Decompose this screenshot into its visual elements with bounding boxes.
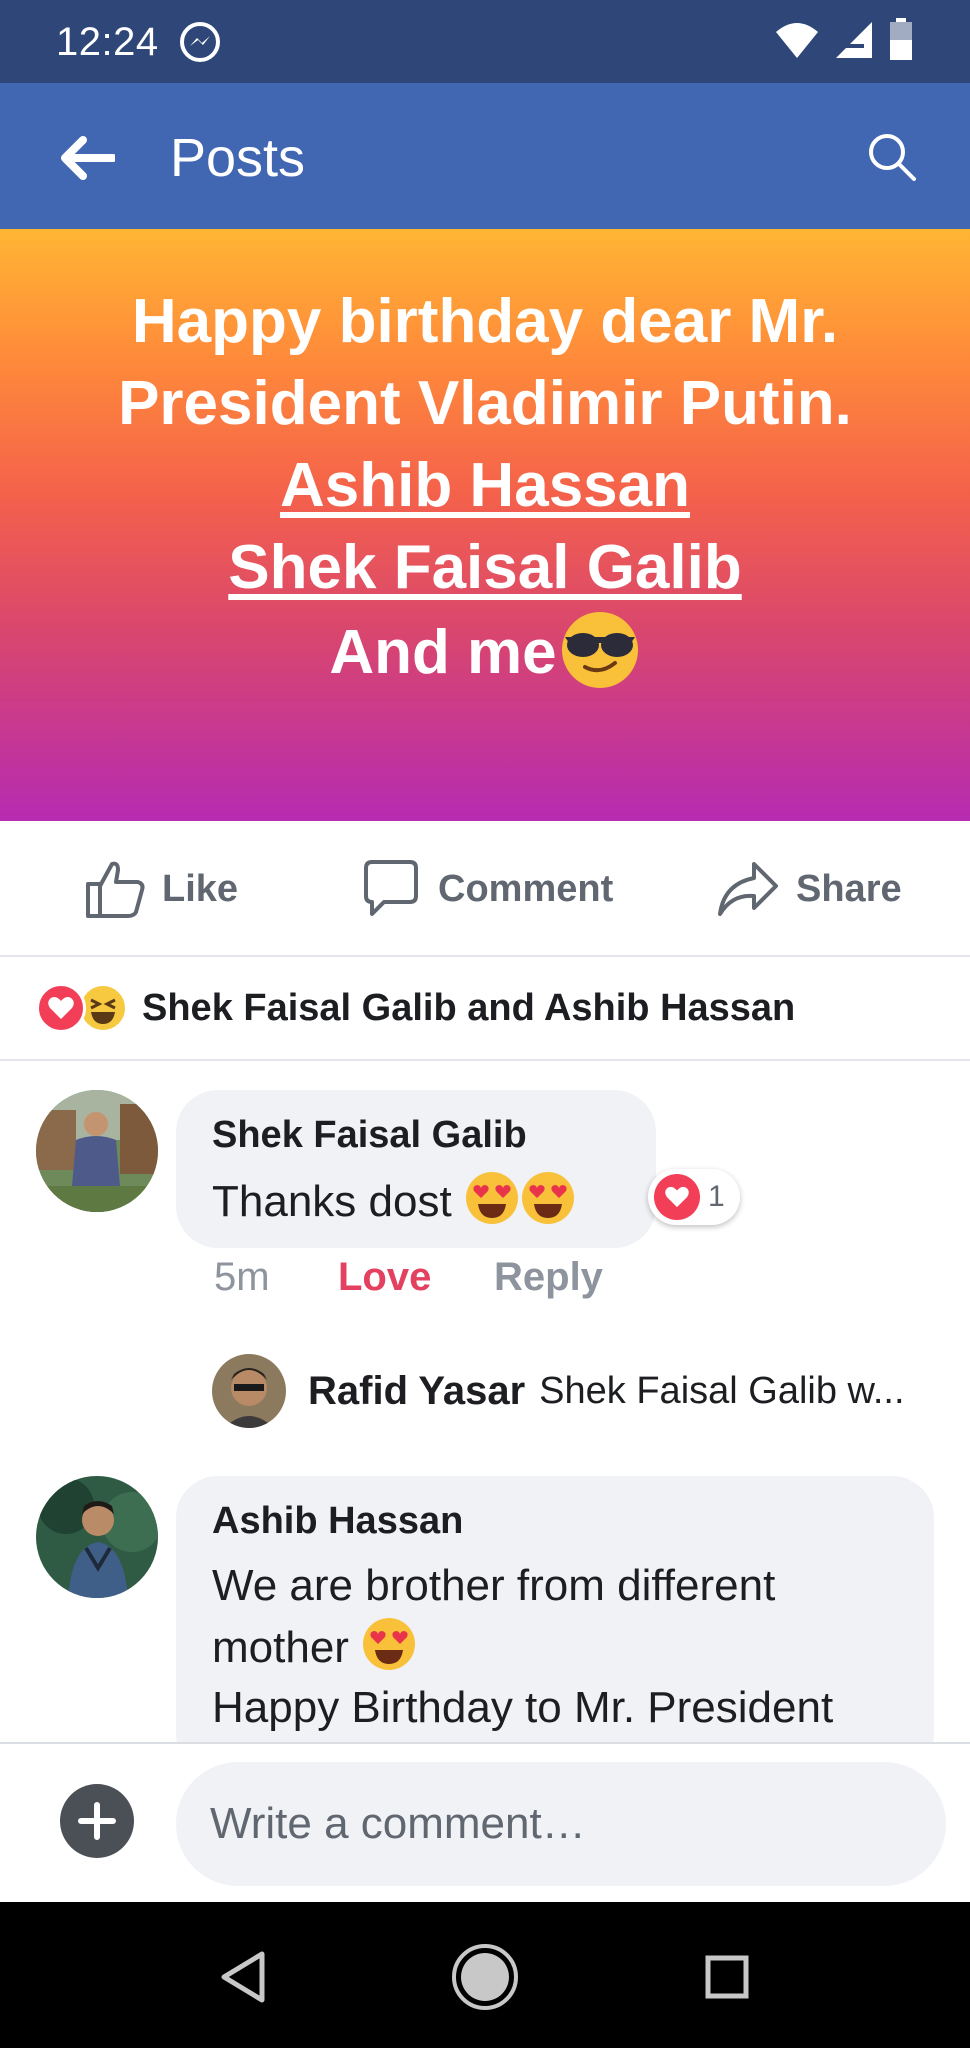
thumbs-up-icon	[86, 861, 145, 918]
comment-text: Thanks dost	[212, 1170, 576, 1232]
add-attachment-button[interactable]	[60, 1784, 134, 1858]
app-bar: Posts	[0, 83, 970, 229]
post-line-last: And me	[40, 609, 930, 694]
reply-button[interactable]: Reply	[494, 1255, 603, 1300]
post-background-text: Happy birthday dear Mr. President Vladim…	[0, 229, 970, 821]
search-icon	[869, 134, 916, 181]
love-reaction-icon	[654, 1174, 700, 1220]
sunglasses-emoji-icon	[561, 612, 638, 688]
reaction-icons	[36, 983, 128, 1033]
comment-text-content: Thanks dost	[212, 1177, 452, 1226]
status-bar: 12:24	[0, 0, 970, 83]
comment-line: mother	[212, 1623, 349, 1672]
like-label: Like	[162, 867, 239, 910]
comment-bubble[interactable]: Ashib Hassan We are brother from differe…	[176, 1476, 934, 1776]
heart-eyes-emoji-icon	[521, 1172, 574, 1224]
share-label: Share	[796, 867, 902, 910]
avatar[interactable]	[36, 1476, 158, 1598]
home-circle-icon	[452, 1944, 518, 2010]
commenter-name[interactable]: Shek Faisal Galib	[212, 1114, 527, 1157]
comment-bubble[interactable]: Shek Faisal Galib Thanks dost	[176, 1090, 656, 1248]
comment-line-with-emoji: mother	[212, 1616, 912, 1678]
comment-line: We are brother from different	[212, 1561, 776, 1610]
page-title: Posts	[170, 128, 306, 188]
post-actions: Like Comment Share	[0, 821, 970, 957]
messenger-icon	[180, 22, 220, 62]
wifi-icon	[776, 23, 818, 58]
post-text: Happy birthday dear Mr. President Vladim…	[40, 281, 930, 694]
back-triangle-icon	[221, 1951, 265, 2003]
comment-text: We are brother from different mother Hap…	[212, 1556, 912, 1738]
reactions-text: Shek Faisal Galib and Ashib Hassan	[142, 986, 796, 1029]
system-nav-bar	[0, 1902, 970, 2048]
avatar-photo	[36, 1090, 158, 1212]
recents-square-icon	[705, 1955, 749, 1999]
avatar[interactable]	[36, 1090, 158, 1212]
reaction-count: 1	[708, 1180, 725, 1213]
share-button[interactable]: Share	[716, 857, 902, 921]
nav-recents-button[interactable]	[692, 1942, 762, 2012]
comment-line: Happy Birthday to Mr. President	[212, 1683, 834, 1732]
love-react-button[interactable]: Love	[338, 1255, 431, 1300]
avatar-photo	[36, 1476, 158, 1598]
battery-icon	[890, 18, 912, 60]
comment-timestamp: 5m	[214, 1255, 270, 1299]
comment-button[interactable]: Comment	[360, 857, 613, 921]
reactions-summary[interactable]: Shek Faisal Galib and Ashib Hassan	[0, 957, 970, 1061]
reply-author[interactable]: Rafid Yasar	[308, 1369, 525, 1414]
heart-eyes-emoji-icon	[363, 1618, 416, 1670]
comment-reaction-count[interactable]: 1	[648, 1169, 740, 1225]
avatar[interactable]	[212, 1354, 286, 1428]
avatar-photo	[212, 1354, 286, 1428]
status-time: 12:24	[56, 20, 159, 64]
comment-icon	[364, 860, 418, 916]
mention-link[interactable]: Ashib Hassan	[40, 445, 930, 527]
share-icon	[718, 862, 778, 916]
plus-icon	[78, 1802, 116, 1840]
commenter-name[interactable]: Ashib Hassan	[212, 1500, 463, 1543]
mention-link[interactable]: Shek Faisal Galib	[40, 527, 930, 609]
comment-composer: Write a comment…	[0, 1742, 970, 1902]
status-icons	[774, 18, 914, 62]
comment-label: Comment	[438, 867, 614, 910]
love-reaction-icon	[36, 983, 86, 1033]
post-line: And me	[329, 618, 557, 687]
back-button[interactable]	[52, 123, 122, 193]
post-line: Happy birthday dear Mr.	[131, 287, 839, 356]
comment-input[interactable]: Write a comment…	[176, 1762, 946, 1886]
back-arrow-icon	[61, 136, 115, 180]
nav-home-button[interactable]	[450, 1942, 520, 2012]
reply-preview[interactable]: Rafid Yasar Shek Faisal Galib w...	[212, 1354, 905, 1428]
like-button[interactable]: Like	[84, 857, 238, 921]
post-line: President Vladimir Putin.	[118, 369, 852, 438]
nav-back-button[interactable]	[208, 1942, 278, 2012]
reply-snippet: Shek Faisal Galib w...	[539, 1369, 905, 1412]
signal-icon	[836, 22, 872, 58]
heart-eyes-emoji-icon	[465, 1172, 518, 1224]
search-button[interactable]	[856, 121, 928, 193]
